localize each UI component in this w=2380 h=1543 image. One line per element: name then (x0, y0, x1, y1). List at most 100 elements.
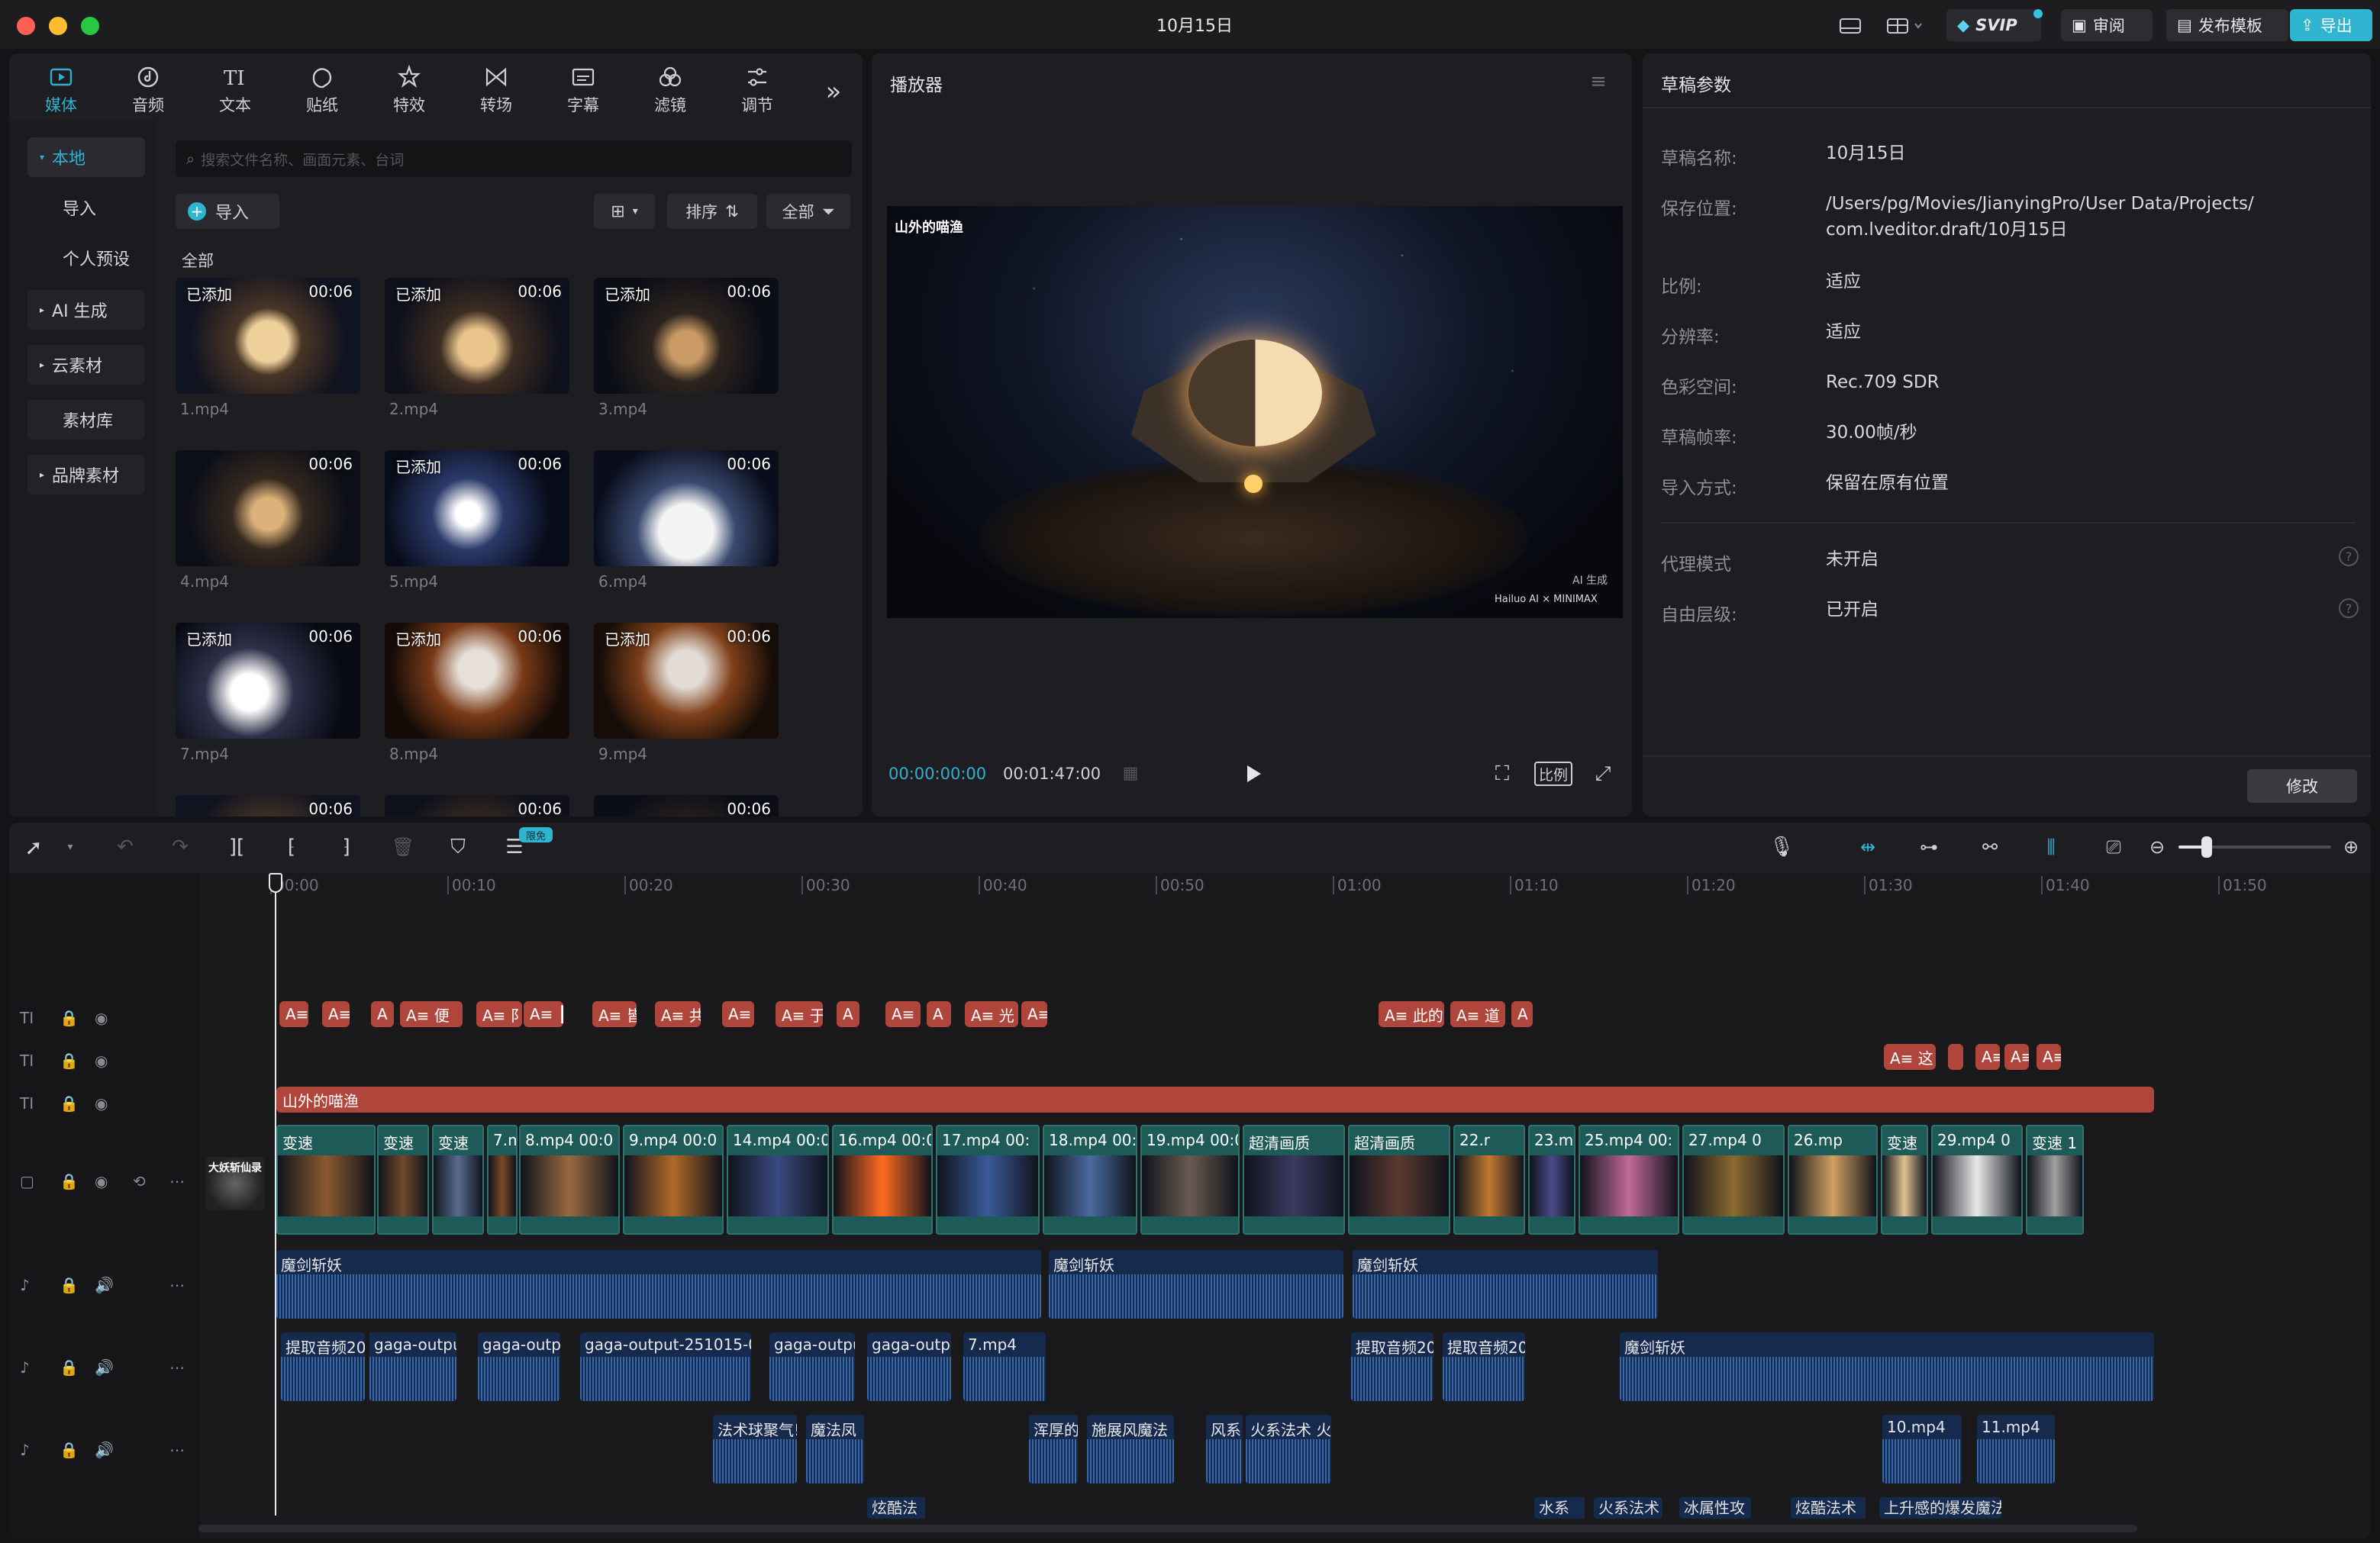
tab-media[interactable]: 媒体 (23, 58, 99, 116)
playhead[interactable] (275, 873, 276, 1516)
media-thumbnail[interactable]: 已添加 00:06 (176, 623, 360, 739)
text-clip[interactable]: A≡ 便 (400, 1001, 463, 1027)
media-thumbnail[interactable]: 00:06 (176, 450, 360, 566)
redo-icon[interactable]: ↷ (166, 833, 194, 861)
review-button[interactable]: ▣ 审阅 (2061, 9, 2153, 41)
media-thumbnail[interactable]: 00:06 (385, 795, 569, 817)
audio-clip[interactable]: 11.mp4 (1977, 1415, 2055, 1483)
main-track-icon[interactable]: ⟲ (133, 1172, 146, 1190)
audio-clip[interactable]: 施展风魔法 (1087, 1415, 1174, 1483)
text-clip[interactable]: A (927, 1001, 951, 1027)
video-clip[interactable]: 变速 (432, 1125, 484, 1235)
delete-icon[interactable]: 🗑 (389, 833, 417, 861)
text-clip[interactable]: A (1511, 1001, 1533, 1027)
media-thumbnail[interactable]: 已添加 00:06 (594, 278, 779, 394)
timeline-scrollbar[interactable] (198, 1525, 2137, 1532)
tab-subtitle[interactable]: 字幕 (545, 58, 621, 116)
audio-clip[interactable]: 炫酷法 (867, 1497, 925, 1519)
zoom-slider-handle[interactable] (2201, 836, 2212, 858)
tab-adjust[interactable]: 调节 (719, 58, 795, 116)
video-clip[interactable]: 25.mp4 00: (1579, 1125, 1679, 1235)
ratio-button[interactable]: 比例 (1534, 762, 1572, 786)
audio-clip[interactable]: 魔法凤 (806, 1415, 864, 1483)
tab-effects[interactable]: 特效 (371, 58, 447, 116)
video-preview[interactable]: 山外的喵渔 AI 生成 Hailuo AI × MINIMAX (887, 206, 1623, 618)
eye-icon[interactable]: ◉ (95, 1009, 108, 1027)
audio-clip[interactable]: 风系 (1206, 1415, 1243, 1483)
lock-icon[interactable]: 🔒 (60, 1009, 79, 1027)
audio-clip[interactable]: 法术球聚气! (713, 1415, 797, 1483)
text-clip[interactable]: A≡ (2004, 1044, 2029, 1070)
sort-button[interactable]: 排序 ⇅ (667, 194, 757, 229)
zoom-out-icon[interactable]: ⊖ (2143, 833, 2171, 861)
modify-button[interactable]: 修改 (2247, 769, 2357, 803)
split-icon[interactable]: ][ (223, 833, 250, 861)
video-clip[interactable]: 7.mp4 00:0 (487, 1125, 518, 1235)
text-clip[interactable]: A≡ 道 (1450, 1001, 1505, 1027)
video-clip[interactable]: 23.mp4 00: (1528, 1125, 1575, 1235)
layout-icon[interactable] (1833, 12, 1867, 40)
video-clip[interactable]: 变速 (1881, 1125, 1928, 1235)
undo-icon[interactable]: ↶ (111, 833, 139, 861)
music-clip[interactable]: 魔剑斩妖 (1049, 1250, 1343, 1319)
video-clip[interactable]: 变速 (276, 1125, 376, 1235)
text-clip[interactable]: A (371, 1001, 394, 1027)
video-clip[interactable]: 16.mp4 00:0 (832, 1125, 933, 1235)
audio-clip[interactable]: 火系法术 (1594, 1497, 1662, 1519)
lock-icon[interactable]: 🔒 (60, 1052, 79, 1070)
audio-clip[interactable]: gaga-outpu (769, 1332, 855, 1401)
audio-clip[interactable]: 火系法术 火 (1246, 1415, 1331, 1483)
text-clip[interactable]: A≡ 共 (655, 1001, 701, 1027)
more-icon[interactable]: ⋯ (169, 1276, 185, 1294)
volume-icon[interactable]: 🔊 (95, 1441, 114, 1459)
media-thumbnail[interactable]: 已添加 00:06 (385, 623, 569, 739)
text-clip[interactable]: A≡ (885, 1001, 921, 1027)
playhead-handle[interactable] (269, 873, 282, 893)
sidebar-item-local[interactable]: ▾ 本地 (27, 137, 145, 177)
chevron-down-icon[interactable]: ▾ (56, 833, 84, 861)
export-button[interactable]: ⇪ 导出 (2290, 9, 2372, 41)
music-clip[interactable]: 魔剑斩妖 (1353, 1250, 1658, 1319)
audio-clip[interactable]: 浑厚的 (1029, 1415, 1078, 1483)
tab-transition[interactable]: 转场 (458, 58, 534, 116)
video-clip[interactable]: 超清画质 (1348, 1125, 1450, 1235)
audio-clip[interactable]: gaga-outpu (478, 1332, 560, 1401)
lock-icon[interactable]: 🔒 (60, 1172, 79, 1190)
audio-clip[interactable]: 炫酷法术 (1791, 1497, 1866, 1519)
play-button[interactable] (1238, 759, 1269, 789)
marker-icon[interactable]: ⛉ (444, 833, 472, 861)
trim-left-icon[interactable]: ⁅ (278, 833, 305, 861)
video-clip[interactable]: 9.mp4 00:0 (623, 1125, 724, 1235)
help-icon[interactable]: ? (2339, 546, 2359, 566)
sidebar-item-brand[interactable]: ▸ 品牌素材 (27, 455, 145, 494)
audio-clip[interactable]: 提取音频20 (1443, 1332, 1525, 1401)
media-thumbnail[interactable]: 已添加 00:06 (176, 278, 360, 394)
media-thumbnail[interactable]: 已添加 00:06 (385, 450, 569, 566)
publish-template-button[interactable]: ▤ 发布模板 (2166, 9, 2288, 41)
media-thumbnail[interactable]: 00:06 (594, 795, 779, 817)
audio-clip[interactable]: 7.mp4 (963, 1332, 1046, 1401)
audio-clip[interactable]: gaga-output-251015-0 (580, 1332, 751, 1401)
trim-right-icon[interactable]: ⁆ (333, 833, 360, 861)
lock-icon[interactable]: 🔒 (60, 1358, 79, 1377)
minimize-window-button[interactable] (49, 17, 67, 35)
sidebar-item-library[interactable]: 素材库 (27, 400, 145, 440)
view-mode-button[interactable]: ⊞ ▾ (594, 194, 655, 229)
volume-icon[interactable]: 🔊 (95, 1358, 114, 1377)
eye-icon[interactable]: ◉ (95, 1172, 108, 1190)
import-button[interactable]: + 导入 (176, 194, 279, 229)
link-icon[interactable]: ⚯ (1972, 833, 2008, 861)
svip-button[interactable]: ◆ SVIP (1946, 9, 2041, 41)
close-window-button[interactable] (17, 17, 35, 35)
sidebar-item-cloud[interactable]: ▸ 云素材 (27, 345, 145, 385)
text-clip[interactable]: A≡ 皆 (592, 1001, 637, 1027)
select-tool-icon[interactable]: ➚ (20, 833, 47, 861)
fullscreen-icon[interactable]: ⤢ (1588, 760, 1618, 788)
text-clip[interactable]: A≡ 阝 (476, 1001, 522, 1027)
video-clip[interactable]: 变速 (377, 1125, 429, 1235)
subtitle-clip[interactable]: 山外的喵渔 (276, 1087, 2154, 1113)
auto-snap-icon[interactable]: ⊶ (1911, 833, 1946, 861)
video-clip[interactable]: 22.r (1453, 1125, 1525, 1235)
text-clip[interactable]: A≡ (279, 1001, 308, 1027)
music-clip[interactable]: 魔剑斩妖 (276, 1250, 1041, 1319)
